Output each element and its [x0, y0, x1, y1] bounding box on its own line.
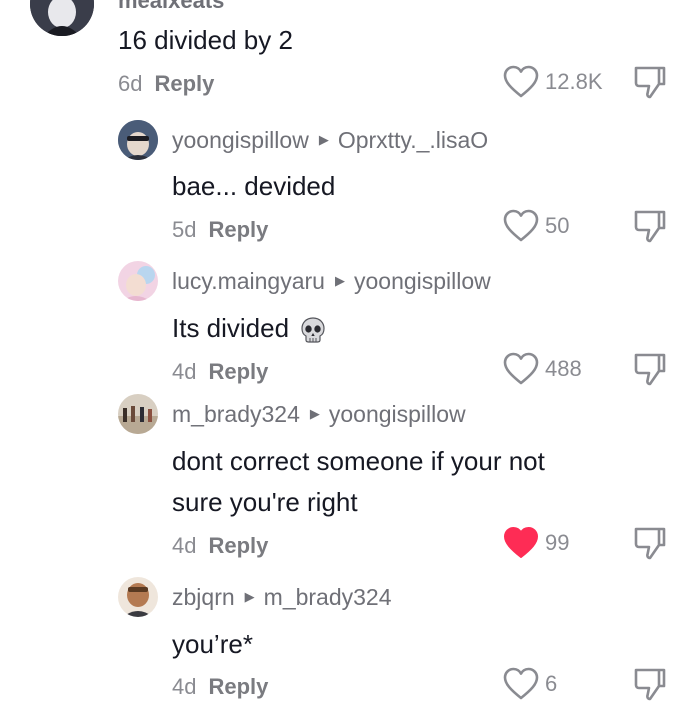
- like-count: 50: [545, 213, 570, 238]
- thumbs-down-icon: [634, 353, 666, 386]
- heart-icon: [503, 667, 539, 700]
- avatar[interactable]: [118, 394, 158, 434]
- reply-meta: 4d Reply: [172, 357, 268, 387]
- like-button[interactable]: 99: [503, 525, 569, 561]
- comment-age: 6d: [118, 71, 143, 96]
- top-comment-username[interactable]: mealxeats: [118, 0, 224, 14]
- reply-to-username[interactable]: yoongispillow: [354, 268, 491, 295]
- avatar[interactable]: [118, 577, 158, 617]
- avatar[interactable]: [118, 120, 158, 160]
- reply-header: zbjqrn ▶ m_brady324: [172, 581, 392, 613]
- reply-button[interactable]: Reply: [154, 71, 214, 97]
- reply-username[interactable]: lucy.maingyaru: [172, 268, 325, 295]
- avatar[interactable]: [118, 261, 158, 301]
- reply-meta: 5d Reply: [172, 215, 268, 245]
- dislike-button[interactable]: [633, 666, 667, 702]
- reply-meta: 4d Reply: [172, 531, 268, 561]
- reply-arrow-icon: ▶: [244, 589, 255, 604]
- heart-filled-icon: [504, 527, 538, 558]
- reply-arrow-icon: ▶: [334, 273, 345, 288]
- like-count: 99: [545, 530, 570, 555]
- heart-icon: [503, 209, 539, 242]
- like-button[interactable]: 12.8K: [503, 64, 603, 100]
- reply-button[interactable]: Reply: [208, 217, 268, 243]
- reply-text-row: Its divided: [172, 308, 327, 348]
- heart-icon: [503, 65, 539, 98]
- dislike-button[interactable]: [633, 64, 667, 100]
- thumbs-down-icon: [634, 66, 666, 99]
- like-button[interactable]: 488: [503, 351, 582, 387]
- reply-button[interactable]: Reply: [208, 674, 268, 700]
- dislike-button[interactable]: [633, 208, 667, 244]
- comment-age: 5d: [172, 217, 197, 242]
- top-comment-text: 16 divided by 2: [118, 25, 293, 55]
- dislike-button[interactable]: [633, 351, 667, 387]
- reply-header: lucy.maingyaru ▶ yoongispillow: [172, 265, 491, 297]
- reply-to-username[interactable]: Oprxtty._.lisaO: [338, 127, 488, 154]
- reply-button[interactable]: Reply: [208, 533, 268, 559]
- reply-text: bae... devided: [172, 171, 336, 201]
- reply-to-username[interactable]: yoongispillow: [329, 401, 466, 428]
- avatar[interactable]: [30, 0, 94, 36]
- heart-icon: [503, 352, 539, 385]
- reply-text: you’re*: [172, 629, 253, 659]
- like-button[interactable]: 6: [503, 666, 557, 702]
- comment-age: 4d: [172, 359, 197, 384]
- like-count: 488: [545, 356, 582, 381]
- reply-header: m_brady324 ▶ yoongispillow: [172, 398, 466, 430]
- reply-arrow-icon: ▶: [309, 406, 320, 421]
- reply-header: yoongispillow ▶ Oprxtty._.lisaO: [172, 124, 488, 156]
- thumbs-down-icon: [634, 210, 666, 243]
- reply-arrow-icon: ▶: [318, 132, 329, 147]
- reply-username[interactable]: m_brady324: [172, 401, 300, 428]
- like-count: 12.8K: [545, 69, 603, 94]
- top-comment-meta: 6d Reply: [118, 69, 214, 99]
- reply-to-username[interactable]: m_brady324: [264, 584, 392, 611]
- reply-meta: 4d Reply: [172, 672, 268, 702]
- reply-username[interactable]: zbjqrn: [172, 584, 235, 611]
- like-button[interactable]: 50: [503, 208, 569, 244]
- reply-text: Its divided: [172, 313, 290, 343]
- thumbs-down-icon: [634, 668, 666, 701]
- comment-age: 4d: [172, 533, 197, 558]
- comment-age: 4d: [172, 674, 197, 699]
- skull-icon: [301, 317, 325, 343]
- dislike-button[interactable]: [633, 525, 667, 561]
- like-count: 6: [545, 671, 558, 696]
- reply-text-line: sure you're right: [172, 487, 358, 517]
- reply-button[interactable]: Reply: [208, 359, 268, 385]
- reply-text-line: dont correct someone if your not: [172, 446, 545, 476]
- reply-username[interactable]: yoongispillow: [172, 127, 309, 154]
- thumbs-down-icon: [634, 527, 666, 560]
